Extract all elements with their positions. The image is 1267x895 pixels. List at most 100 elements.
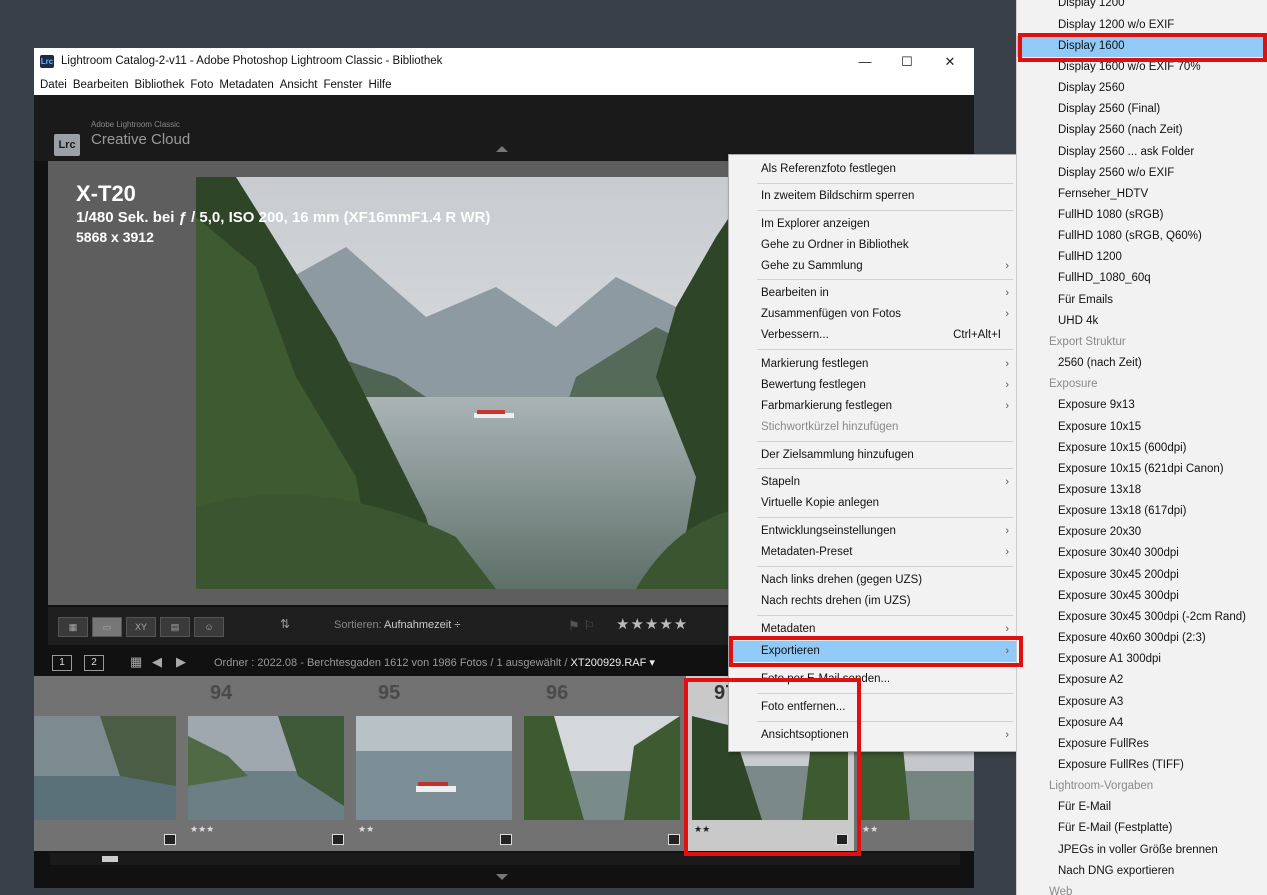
preset-fuer-email-festplatte[interactable]: Für E-Mail (Festplatte) <box>1017 818 1267 839</box>
menu-item-bewertung[interactable]: Bewertung festlegen › <box>729 375 1017 396</box>
forward-arrow-icon[interactable]: ▶ <box>176 654 186 670</box>
preset-display-2560[interactable]: Display 2560 <box>1017 78 1267 99</box>
rating-stars[interactable]: ★★★★★ <box>616 615 688 633</box>
people-view-icon[interactable]: ☺ <box>194 617 224 637</box>
menu-item-zusammenfuegen[interactable]: Zusammenfügen von Fotos › <box>729 304 1017 325</box>
menu-item-stapeln[interactable]: Stapeln › <box>729 472 1017 493</box>
preset-exposure-10x15-621dpi[interactable]: Exposure 10x15 (621dpi Canon) <box>1017 459 1267 480</box>
menu-datei[interactable]: Datei <box>40 75 67 95</box>
filmstrip-cell[interactable]: 94 ★★★ <box>182 676 351 851</box>
preset-exposure-30x45-200dpi[interactable]: Exposure 30x45 200dpi <box>1017 565 1267 586</box>
survey-view-icon[interactable]: ▤ <box>160 617 190 637</box>
preset-display-2560-final[interactable]: Display 2560 (Final) <box>1017 99 1267 120</box>
preset-exposure-10x15-600dpi[interactable]: Exposure 10x15 (600dpi) <box>1017 438 1267 459</box>
menu-item-explorer[interactable]: Im Explorer anzeigen <box>729 214 1017 235</box>
preset-exposure-9x13[interactable]: Exposure 9x13 <box>1017 395 1267 416</box>
filmstrip-cell[interactable]: 96 <box>518 676 687 851</box>
compare-view-icon[interactable]: XY <box>126 617 156 637</box>
scrollbar-thumb[interactable] <box>102 856 118 862</box>
filmstrip-cell[interactable] <box>34 676 183 851</box>
preset-exposure-a3[interactable]: Exposure A3 <box>1017 692 1267 713</box>
preset-jpegs-voller-groesse[interactable]: JPEGs in voller Größe brennen <box>1017 840 1267 861</box>
preset-display-1600[interactable]: Display 1600 <box>1017 36 1267 57</box>
thumbnail[interactable] <box>34 716 176 820</box>
preset-exposure-40x60[interactable]: Exposure 40x60 300dpi (2:3) <box>1017 628 1267 649</box>
menu-fenster[interactable]: Fenster <box>323 75 362 95</box>
preset-fullhd-1080-q60[interactable]: FullHD 1080 (sRGB, Q60%) <box>1017 226 1267 247</box>
thumbnail[interactable] <box>524 716 680 820</box>
preset-display-2560-nach-zeit[interactable]: Display 2560 (nach Zeit) <box>1017 120 1267 141</box>
sort-dropdown[interactable]: Aufnahmezeit ÷ <box>384 619 460 631</box>
preset-exposure-a2[interactable]: Exposure A2 <box>1017 670 1267 691</box>
menu-item-rechts-drehen[interactable]: Nach rechts drehen (im UZS) <box>729 591 1017 612</box>
preset-exposure-a1[interactable]: Exposure A1 300dpi <box>1017 649 1267 670</box>
close-button[interactable]: ✕ <box>929 50 971 73</box>
preset-display-1600-wo-exif[interactable]: Display 1600 w/o EXIF 70% <box>1017 57 1267 78</box>
menu-item-zielsammlung[interactable]: Der Zielsammlung hinzufugen <box>729 445 1017 466</box>
menu-item-metadaten[interactable]: Metadaten › <box>729 619 1017 640</box>
preset-fullhd-1080-60q[interactable]: FullHD_1080_60q <box>1017 268 1267 289</box>
minimize-button[interactable]: — <box>844 50 886 73</box>
menu-item-markierung[interactable]: Markierung festlegen › <box>729 354 1017 375</box>
preset-exposure-30x40[interactable]: Exposure 30x40 300dpi <box>1017 543 1267 564</box>
preset-fuer-email[interactable]: Für E-Mail <box>1017 797 1267 818</box>
preset-display-1200[interactable]: Display 1200 <box>1017 0 1267 14</box>
menu-item-metadaten-preset[interactable]: Metadaten-Preset › <box>729 542 1017 563</box>
menu-item-links-drehen[interactable]: Nach links drehen (gegen UZS) <box>729 570 1017 591</box>
preset-exposure-30x45-300dpi[interactable]: Exposure 30x45 300dpi <box>1017 586 1267 607</box>
menu-item-entwicklungseinstellungen[interactable]: Entwicklungseinstellungen › <box>729 521 1017 542</box>
menu-item-email-senden[interactable]: Foto per E-Mail senden... <box>729 669 1017 690</box>
menu-metadaten[interactable]: Metadaten <box>219 75 273 95</box>
preset-exposure-10x15[interactable]: Exposure 10x15 <box>1017 417 1267 438</box>
filmstrip-cell[interactable]: 95 ★★ <box>350 676 519 851</box>
back-arrow-icon[interactable]: ◀ <box>152 654 162 670</box>
menu-item-exportieren[interactable]: Exportieren › <box>729 641 1017 662</box>
secondary-window-button[interactable]: 2 <box>84 655 104 671</box>
collapse-top-panel-icon[interactable] <box>496 146 508 152</box>
preset-exposure-13x18[interactable]: Exposure 13x18 <box>1017 480 1267 501</box>
preset-nach-dng[interactable]: Nach DNG exportieren <box>1017 861 1267 882</box>
preset-exposure-fullres[interactable]: Exposure FullRes <box>1017 734 1267 755</box>
preset-display-1200-wo-exif[interactable]: Display 1200 w/o EXIF <box>1017 15 1267 36</box>
menu-item-gehe-zu-ordner[interactable]: Gehe zu Ordner in Bibliothek <box>729 235 1017 256</box>
menu-bearbeiten[interactable]: Bearbeiten <box>73 75 129 95</box>
menu-item-verbessern[interactable]: Verbessern... Ctrl+Alt+I <box>729 325 1017 346</box>
maximize-button[interactable]: ☐ <box>886 50 928 73</box>
preset-exposure-20x30[interactable]: Exposure 20x30 <box>1017 522 1267 543</box>
preset-exposure-fullres-tiff[interactable]: Exposure FullRes (TIFF) <box>1017 755 1267 776</box>
menu-item-bearbeiten-in[interactable]: Bearbeiten in › <box>729 283 1017 304</box>
selected-filename[interactable]: XT200929.RAF ▾ <box>571 657 655 669</box>
preset-fullhd-1200[interactable]: FullHD 1200 <box>1017 247 1267 268</box>
preset-uhd-4k[interactable]: UHD 4k <box>1017 311 1267 332</box>
thumbnail[interactable] <box>188 716 344 820</box>
loupe-view-icon[interactable]: ▭ <box>92 617 122 637</box>
grid-icon[interactable]: ▦ <box>130 654 142 670</box>
preset-fuer-emails[interactable]: Für Emails <box>1017 290 1267 311</box>
preset-fernseher-hdtv[interactable]: Fernseher_HDTV <box>1017 184 1267 205</box>
primary-window-button[interactable]: 1 <box>52 655 72 671</box>
preset-exposure-13x18-617dpi[interactable]: Exposure 13x18 (617dpi) <box>1017 501 1267 522</box>
grid-view-icon[interactable]: ▦ <box>58 617 88 637</box>
menu-item-zweiter-bildschirm[interactable]: In zweitem Bildschirm sperren <box>729 186 1017 207</box>
menu-hilfe[interactable]: Hilfe <box>368 75 391 95</box>
menu-item-referenzfoto[interactable]: Als Referenzfoto festlegen <box>729 159 1017 180</box>
preset-display-2560-ask-folder[interactable]: Display 2560 ... ask Folder <box>1017 142 1267 163</box>
menu-item-gehe-zu-sammlung[interactable]: Gehe zu Sammlung › <box>729 256 1017 277</box>
flag-icon[interactable]: ⚑ ⚐ <box>568 618 595 634</box>
collapse-bottom-panel-icon[interactable] <box>496 874 508 880</box>
menu-foto[interactable]: Foto <box>190 75 213 95</box>
menu-item-virtuelle-kopie[interactable]: Virtuelle Kopie anlegen <box>729 493 1017 514</box>
folder-info[interactable]: Ordner : 2022.08 - Berchtesgaden 1612 vo… <box>214 656 655 669</box>
preset-display-2560-wo-exif[interactable]: Display 2560 w/o EXIF <box>1017 163 1267 184</box>
thumbnail[interactable] <box>356 716 512 820</box>
preset-fullhd-1080-srgb[interactable]: FullHD 1080 (sRGB) <box>1017 205 1267 226</box>
sort-direction-icon[interactable]: ⇅ <box>280 617 290 631</box>
menu-bibliothek[interactable]: Bibliothek <box>134 75 184 95</box>
menu-item-ansichtsoptionen[interactable]: Ansichtsoptionen › <box>729 725 1017 746</box>
preset-exposure-30x45-rand[interactable]: Exposure 30x45 300dpi (-2cm Rand) <box>1017 607 1267 628</box>
preset-2560-nach-zeit[interactable]: 2560 (nach Zeit) <box>1017 353 1267 374</box>
preset-exposure-a4[interactable]: Exposure A4 <box>1017 713 1267 734</box>
menu-item-farbmarkierung[interactable]: Farbmarkierung festlegen › <box>729 396 1017 417</box>
filmstrip-scrollbar[interactable] <box>50 853 960 865</box>
menu-ansicht[interactable]: Ansicht <box>280 75 318 95</box>
